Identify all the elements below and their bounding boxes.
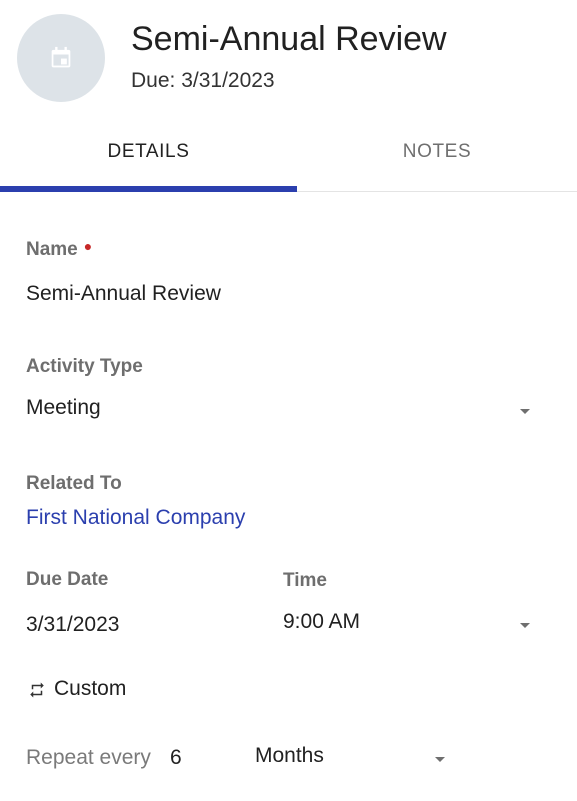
due-subtitle: Due: 3/31/2023	[131, 69, 275, 92]
tab-details[interactable]: DETAILS	[0, 112, 297, 191]
repeat-unit-value: Months	[255, 744, 324, 767]
recurrence-value: Custom	[54, 677, 127, 700]
due-date-label: Due Date	[26, 569, 109, 590]
chevron-down-icon	[435, 757, 445, 762]
related-to-label: Related To	[26, 473, 122, 494]
calendar-icon	[51, 46, 71, 68]
name-label: Name ●	[26, 238, 92, 261]
time-value: 9:00 AM	[283, 610, 361, 633]
related-to-link[interactable]: First National Company	[26, 506, 245, 530]
time-label: Time	[283, 570, 328, 591]
page-title: Semi-Annual Review	[131, 20, 447, 58]
repeat-icon	[30, 682, 44, 698]
tab-notes-label: NOTES	[402, 140, 472, 162]
activity-type-value: Meeting	[26, 396, 101, 419]
chevron-down-icon	[520, 409, 530, 414]
activity-type-select[interactable]: Meeting	[20, 390, 540, 426]
name-label-text: Name	[26, 239, 78, 260]
activity-avatar	[17, 14, 105, 102]
recurrence-toggle[interactable]: Custom	[24, 674, 164, 706]
tab-bar: DETAILS NOTES	[0, 112, 577, 192]
chevron-down-icon	[520, 623, 530, 628]
repeat-every-label: Repeat every	[26, 746, 151, 769]
active-tab-indicator	[0, 186, 297, 192]
repeat-count-field[interactable]: 6	[170, 746, 182, 770]
tab-notes[interactable]: NOTES	[297, 112, 577, 191]
time-select[interactable]: 9:00 AM	[277, 604, 540, 640]
activity-type-label: Activity Type	[26, 356, 143, 377]
due-date-field[interactable]: 3/31/2023	[26, 613, 119, 637]
activity-header: Semi-Annual Review Due: 3/31/2023	[0, 0, 577, 112]
name-field[interactable]: Semi-Annual Review	[26, 282, 221, 306]
tab-details-label: DETAILS	[107, 140, 190, 162]
repeat-unit-select[interactable]: Months	[249, 738, 459, 774]
required-indicator: ●	[83, 238, 93, 254]
